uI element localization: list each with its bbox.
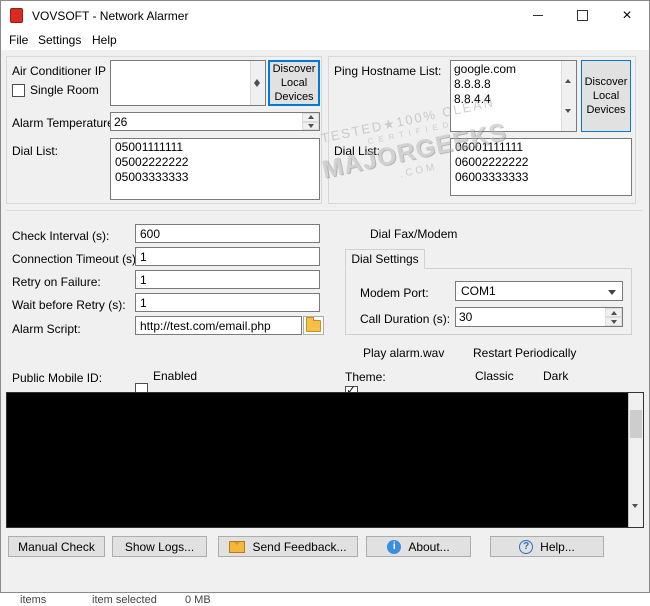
ip-list-textarea[interactable] [111, 61, 249, 105]
alarm-script-browse-button[interactable] [303, 316, 324, 335]
step-down-icon[interactable] [302, 121, 319, 130]
menu-item-file[interactable]: File [9, 33, 28, 47]
scroll-up-icon[interactable] [565, 65, 571, 83]
discover-local-devices-left-button[interactable]: Discover Local Devices [268, 60, 320, 106]
maximize-icon [577, 10, 588, 21]
alarm-temperature-stepper[interactable] [302, 113, 319, 130]
single-room-checkbox[interactable] [12, 84, 25, 97]
maximize-button[interactable] [560, 1, 605, 30]
dial-list-left-label: Dial List: [12, 144, 59, 158]
scroll-down-icon[interactable] [632, 504, 638, 522]
help-icon [519, 539, 534, 554]
dial-list-right-label: Dial List: [334, 144, 381, 158]
single-room-label: Single Room [30, 83, 99, 97]
step-down-icon[interactable] [605, 317, 622, 326]
help-button[interactable]: Help... [490, 536, 604, 557]
call-duration-field[interactable] [455, 307, 623, 327]
log-console-scrollbar[interactable] [628, 393, 643, 527]
discover-local-devices-right-button[interactable]: Discover Local Devices [581, 60, 631, 132]
send-feedback-button[interactable]: Send Feedback... [218, 536, 358, 557]
ping-list-box[interactable]: google.com 8.8.8.8 8.8.4.4 [450, 60, 577, 132]
minimize-button[interactable] [515, 1, 560, 30]
wait-before-retry-input[interactable] [135, 293, 320, 312]
ping-list-textarea[interactable]: google.com 8.8.8.8 8.8.4.4 [451, 61, 560, 131]
dial-settings-tab[interactable]: Dial Settings [345, 249, 425, 269]
scroll-down-icon[interactable] [565, 109, 571, 127]
status-size-text: 0 MB [185, 594, 211, 606]
ip-list-box[interactable] [110, 60, 266, 106]
modem-port-value: COM1 [461, 284, 496, 298]
ping-list-scrollbar[interactable] [561, 61, 576, 131]
enabled-label: Enabled [153, 369, 198, 383]
status-selected-text: item selected [92, 594, 157, 606]
connection-timeout-label: Connection Timeout (s): [12, 252, 140, 266]
call-duration-stepper[interactable] [605, 308, 622, 326]
dial-list-right-textarea[interactable]: 06001111111 06002222222 06003333333 [450, 138, 632, 196]
modem-port-label: Modem Port: [360, 286, 429, 300]
call-duration-input[interactable] [456, 308, 604, 326]
about-button[interactable]: About... [366, 536, 471, 557]
minimize-icon [532, 15, 543, 16]
scroll-thumb[interactable] [630, 410, 642, 438]
log-console[interactable] [6, 392, 644, 528]
middle-divider [6, 210, 643, 211]
modem-port-combobox[interactable]: COM1 [455, 281, 623, 301]
status-items-text: items [20, 594, 47, 606]
dial-fax-modem-label: Dial Fax/Modem [370, 227, 458, 241]
step-up-icon[interactable] [302, 113, 319, 122]
connection-timeout-input[interactable] [135, 247, 320, 266]
restart-periodically-label: Restart Periodically [473, 346, 577, 360]
call-duration-label: Call Duration (s): [360, 312, 451, 326]
chevron-down-icon[interactable] [608, 290, 616, 295]
check-interval-label: Check Interval (s): [12, 229, 110, 243]
public-mobile-id-label: Public Mobile ID: [12, 371, 103, 385]
menu-item-settings[interactable]: Settings [38, 33, 81, 47]
folder-icon [306, 316, 321, 332]
scroll-down-icon[interactable] [254, 83, 260, 101]
close-button[interactable] [605, 1, 649, 30]
play-alarm-label: Play alarm.wav [363, 346, 445, 360]
send-feedback-label: Send Feedback... [252, 539, 347, 554]
envelope-icon [229, 540, 246, 553]
ping-hostname-label: Ping Hostname List: [334, 64, 442, 78]
wait-before-retry-label: Wait before Retry (s): [12, 298, 126, 312]
show-logs-button[interactable]: Show Logs... [112, 536, 207, 557]
alarm-temperature-input[interactable] [111, 113, 301, 130]
alarm-temperature-field[interactable] [110, 112, 320, 131]
menu-item-help[interactable]: Help [92, 33, 117, 47]
theme-classic-label: Classic [475, 369, 514, 383]
alarm-script-label: Alarm Script: [12, 322, 81, 336]
retry-on-failure-input[interactable] [135, 270, 320, 289]
theme-label: Theme: [345, 370, 386, 384]
app-icon [10, 8, 23, 23]
window-title: VOVSOFT - Network Alarmer [32, 9, 189, 23]
step-up-icon[interactable] [605, 308, 622, 317]
check-interval-input[interactable] [135, 224, 320, 243]
manual-check-button[interactable]: Manual Check [8, 536, 105, 557]
dial-list-left-textarea[interactable]: 05001111111 05002222222 05003333333 [110, 138, 320, 200]
help-label: Help... [540, 539, 575, 554]
ip-list-scrollbar[interactable] [250, 61, 265, 105]
theme-dark-label: Dark [543, 369, 569, 383]
about-label: About... [408, 539, 450, 554]
info-icon [387, 539, 402, 554]
scroll-up-icon[interactable] [254, 65, 260, 83]
close-icon [622, 8, 631, 24]
retry-on-failure-label: Retry on Failure: [12, 275, 101, 289]
alarm-script-input[interactable] [135, 316, 302, 335]
